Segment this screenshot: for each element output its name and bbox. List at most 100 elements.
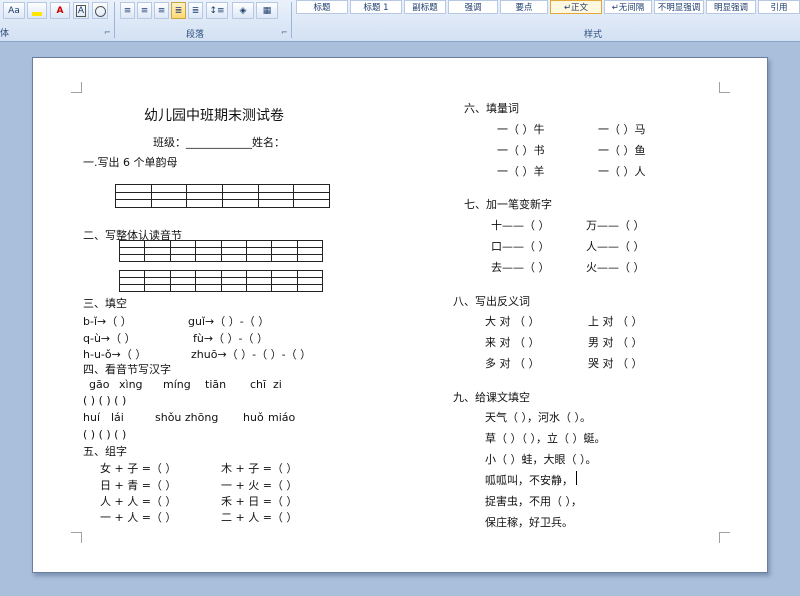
compose-row: 日 + 青 =（ ） <box>100 479 177 492</box>
style-strong[interactable]: 要点 <box>500 0 548 14</box>
pinyin: míng <box>163 378 191 391</box>
measure-row: 一（ ）牛 <box>497 123 545 136</box>
style-heading1[interactable]: 标题 1 <box>350 0 402 14</box>
compose-row: 二 + 人 =（ ） <box>221 511 298 524</box>
borders-icon: ▦ <box>262 6 272 16</box>
font-dialog-launcher-icon[interactable]: ⌐ <box>104 28 111 37</box>
line-spacing-icon: ↕≡ <box>209 6 225 16</box>
ribbon-separator <box>291 2 292 38</box>
align-left-icon: ≡ <box>123 6 132 16</box>
stroke-row: 口——（ ） <box>491 240 550 253</box>
corner-mark <box>71 532 82 543</box>
font-color-button[interactable]: A <box>50 2 70 19</box>
corner-mark <box>719 532 730 543</box>
style-label: 标题 <box>313 3 331 13</box>
fill-row: b-ǐ→（ ） <box>83 315 132 328</box>
font-color-icon: A <box>56 6 64 16</box>
style-quote[interactable]: 引用 <box>758 0 800 14</box>
section-8-heading: 八、写出反义词 <box>453 295 530 308</box>
stroke-row: 人——（ ） <box>586 240 645 253</box>
document-page[interactable]: 幼儿园中班期末测试卷 班级：____________姓名： 一.写出 6 个单韵… <box>32 57 768 573</box>
justify-button[interactable]: ≣ <box>171 2 186 19</box>
section-9-heading: 九、给课文填空 <box>453 391 530 404</box>
fill-row: guǐ→（ ）-（ ） <box>188 315 270 328</box>
align-center-button[interactable]: ≡ <box>137 2 152 19</box>
compose-row: 木 + 子 =（ ） <box>221 462 298 475</box>
compose-row: 女 + 子 =（ ） <box>100 462 177 475</box>
style-subtle-emphasis[interactable]: 不明显强调 <box>654 0 704 14</box>
answer-brackets: ( ) ( ) ( ) <box>83 428 127 441</box>
pinyin: lái <box>111 411 124 424</box>
pinyin: tiān <box>205 378 227 391</box>
text-fill-line: 小（ ）蛙，大眼（ ）。 <box>485 453 597 466</box>
section-6-heading: 六、填量词 <box>464 102 519 115</box>
antonym-row: 上 对 （ ） <box>588 315 643 328</box>
antonym-row: 大 对 （ ） <box>485 315 540 328</box>
pinyin: miáo <box>268 411 296 424</box>
pinyin: huí <box>83 411 100 424</box>
syllable-writing-grid <box>118 240 324 262</box>
text-fill-line: 捉害虫，不用（ ）， <box>485 495 582 508</box>
borders-button[interactable]: ▦ <box>256 2 278 19</box>
fill-row: zhuō→（ ）-（ ）-（ ） <box>191 348 312 361</box>
align-right-icon: ≡ <box>157 6 166 16</box>
antonym-row: 哭 对 （ ） <box>588 357 643 370</box>
style-label: 明显强调 <box>713 3 748 13</box>
section-4-heading: 四、看音节写汉字 <box>83 363 171 376</box>
pinyin: shǒu zhōng <box>155 411 219 424</box>
highlight-color-button[interactable] <box>27 2 47 19</box>
section-5-heading: 五、组字 <box>83 445 127 458</box>
align-left-button[interactable]: ≡ <box>120 2 135 19</box>
style-no-spacing[interactable]: ↵无间隔 <box>604 0 652 14</box>
style-subtitle[interactable]: 副标题 <box>404 0 446 14</box>
fill-row: fù→（ ）-（ ） <box>193 332 269 345</box>
pinyin: gāo <box>89 378 110 391</box>
distribute-button[interactable]: ≣ <box>188 2 203 19</box>
char-border-button[interactable]: A <box>73 2 89 19</box>
pinyin: chī <box>250 378 267 391</box>
pinyin: huǒ <box>243 411 264 424</box>
stroke-row: 万——（ ） <box>586 219 645 232</box>
pinyin: xìng <box>119 378 143 391</box>
section-7-heading: 七、加一笔变新字 <box>464 198 552 211</box>
line-spacing-button[interactable]: ↕≡ <box>206 2 228 19</box>
style-label: ↵无间隔 <box>611 3 645 13</box>
justify-icon: ≣ <box>174 6 183 16</box>
stroke-row: 十——（ ） <box>491 219 550 232</box>
paragraph-group-label: 段落 <box>186 30 205 40</box>
style-heading[interactable]: 标题 <box>296 0 348 14</box>
compose-row: 禾 + 日 =（ ） <box>221 495 298 508</box>
align-right-button[interactable]: ≡ <box>154 2 169 19</box>
style-label: 标题 1 <box>363 3 389 13</box>
style-label: 不明显强调 <box>657 3 701 13</box>
compose-row: 一 + 火 =（ ） <box>221 479 298 492</box>
ribbon-separator <box>114 2 115 38</box>
style-emphasis[interactable]: 强调 <box>448 0 498 14</box>
fill-row: h-u-ǒ→（ ） <box>83 348 147 361</box>
text-fill-line: 呱呱叫，不安静， <box>485 474 573 487</box>
answer-brackets: ( ) ( ) ( ) <box>83 394 127 407</box>
measure-row: 一（ ）人 <box>598 165 646 178</box>
paragraph-dialog-launcher-icon[interactable]: ⌐ <box>281 28 288 37</box>
antonym-row: 多 对 （ ） <box>485 357 540 370</box>
antonym-row: 男 对 （ ） <box>588 336 643 349</box>
char-border-label: A <box>75 5 87 17</box>
vowel-writing-grid <box>115 184 330 208</box>
measure-row: 一（ ）书 <box>497 144 545 157</box>
text-fill-line: 天气（ ），河水（ ）。 <box>485 411 591 424</box>
measure-row: 一（ ）羊 <box>497 165 545 178</box>
text-cursor <box>576 471 577 485</box>
corner-mark <box>719 82 730 93</box>
page-title: 幼儿园中班期末测试卷 <box>144 108 284 124</box>
change-case-button[interactable]: Aa <box>3 2 25 19</box>
style-normal[interactable]: ↵正文 <box>550 0 602 14</box>
shading-button[interactable]: ◈ <box>232 2 254 19</box>
style-label: 强调 <box>464 3 482 13</box>
style-intense-emphasis[interactable]: 明显强调 <box>706 0 756 14</box>
syllable-writing-grid <box>118 270 324 292</box>
corner-mark <box>71 82 82 93</box>
fill-row: q-ù→（ ） <box>83 332 136 345</box>
pinyin: zi <box>273 378 282 391</box>
enclose-char-button[interactable] <box>92 2 108 19</box>
stroke-row: 火——（ ） <box>586 261 645 274</box>
